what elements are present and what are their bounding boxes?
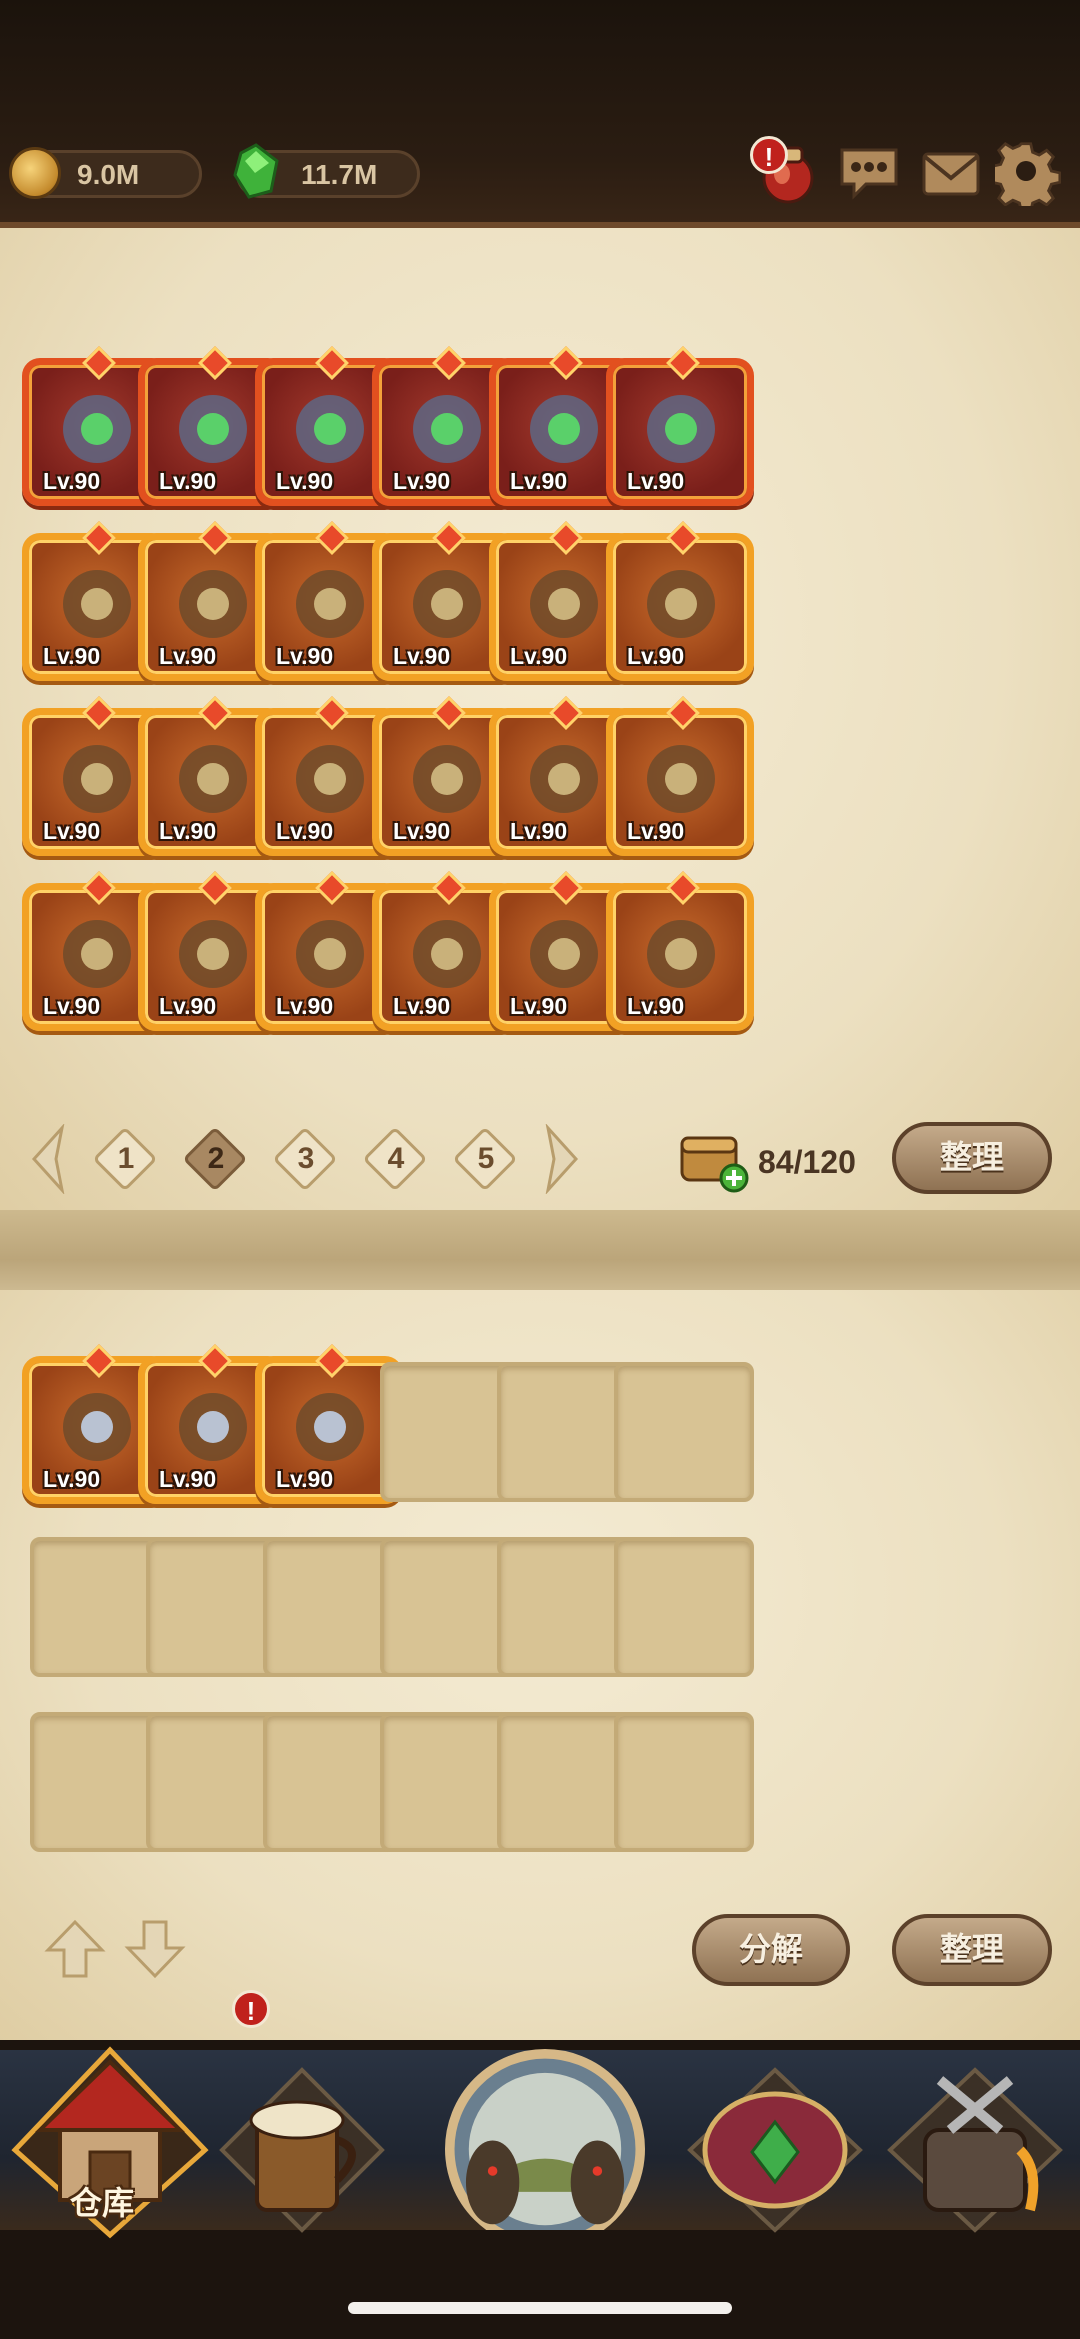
green-gem-icon — [233, 143, 279, 199]
item-level: Lv.90 — [510, 643, 568, 669]
claw-icon — [296, 1393, 364, 1461]
warehouse-label: 仓库 — [70, 2184, 135, 2222]
item-level: Lv.90 — [43, 818, 101, 844]
item-level: Lv.90 — [43, 468, 101, 494]
page-button-1[interactable]: 1 — [92, 1126, 158, 1192]
portal-icon[interactable] — [410, 2030, 680, 2230]
dagger-icon — [63, 570, 131, 638]
inventory-slot[interactable]: Lv.90 — [606, 871, 754, 1031]
tavern-icon[interactable] — [212, 2040, 392, 2240]
empty-stash-slot[interactable] — [614, 1537, 754, 1677]
item-level: Lv.90 — [627, 643, 685, 669]
chat-icon[interactable] — [836, 140, 902, 206]
gold-counter[interactable]: 9.0M — [9, 147, 202, 199]
page-button-2[interactable]: 2 — [182, 1126, 248, 1192]
purple-glove-icon — [63, 920, 131, 988]
next-page-arrow-icon[interactable] — [540, 1124, 584, 1194]
spellbook-icon — [296, 570, 364, 638]
fur-helmet-icon — [63, 745, 131, 813]
item-level: Lv.90 — [276, 468, 334, 494]
item-level: Lv.90 — [159, 468, 217, 494]
page-button-5[interactable]: 5 — [452, 1126, 518, 1192]
top-bar: 9.0M 11.7M ! — [0, 0, 1080, 230]
sword-icon — [63, 1393, 131, 1461]
gem-counter[interactable]: 11.7M — [233, 143, 420, 199]
demon-armor-icon — [647, 395, 715, 463]
item-level: Lv.90 — [159, 643, 217, 669]
dark-armor-icon — [530, 745, 598, 813]
item-level: Lv.90 — [393, 993, 451, 1019]
item-level: Lv.90 — [510, 993, 568, 1019]
item-level: Lv.90 — [627, 468, 685, 494]
page-number: 3 — [297, 1142, 315, 1175]
stash-sort-button[interactable]: 整理 — [892, 1914, 1052, 1986]
empty-stash-slot[interactable] — [614, 1712, 754, 1852]
item-level: Lv.90 — [43, 1466, 101, 1492]
blue-cloak-icon — [413, 745, 481, 813]
wooden-bucket-icon — [179, 570, 247, 638]
item-level: Lv.90 — [627, 818, 685, 844]
knight-helm-icon — [647, 570, 715, 638]
amulet-red-icon — [63, 395, 131, 463]
inventory-sort-button[interactable]: 整理 — [892, 1122, 1052, 1194]
bag-capacity: 84/120 — [758, 1144, 856, 1180]
inventory-slot[interactable]: Lv.90 — [606, 696, 754, 856]
forge-icon[interactable] — [880, 2040, 1070, 2240]
empty-stash-slot[interactable] — [614, 1362, 754, 1502]
item-level: Lv.90 — [627, 993, 685, 1019]
crystal-necklace-icon — [296, 745, 364, 813]
item-level: Lv.90 — [510, 818, 568, 844]
tribal-mask-icon — [530, 570, 598, 638]
item-level: Lv.90 — [276, 1466, 334, 1492]
page-number: 5 — [477, 1142, 495, 1175]
item-level: Lv.90 — [276, 993, 334, 1019]
gold-coin-icon — [9, 147, 61, 199]
red-pendant-icon — [179, 745, 247, 813]
shrine-icon[interactable] — [680, 2040, 870, 2240]
page-button-3[interactable]: 3 — [272, 1126, 338, 1192]
gem-amount: 11.7M — [301, 159, 378, 190]
item-level: Lv.90 — [43, 993, 101, 1019]
page-number: 2 — [207, 1142, 225, 1175]
item-level: Lv.90 — [276, 818, 334, 844]
home-indicator — [348, 2302, 732, 2314]
blue-cloak-icon — [647, 745, 715, 813]
plate-armor-icon — [647, 920, 715, 988]
chained-armor-icon — [530, 395, 598, 463]
item-level: Lv.90 — [393, 643, 451, 669]
decompose-button[interactable]: 分解 — [692, 1914, 850, 1986]
item-level: Lv.90 — [159, 1466, 217, 1492]
item-level: Lv.90 — [43, 643, 101, 669]
item-level: Lv.90 — [510, 468, 568, 494]
item-level: Lv.90 — [393, 818, 451, 844]
item-level: Lv.90 — [159, 993, 217, 1019]
item-level: Lv.90 — [276, 643, 334, 669]
prev-page-arrow-icon[interactable] — [26, 1124, 70, 1194]
arrow-up-icon[interactable] — [44, 1918, 106, 1980]
page-number: 4 — [387, 1142, 405, 1175]
potion-alert-badge: ! — [750, 136, 788, 174]
page-number: 1 — [117, 1142, 135, 1175]
settings-icon[interactable] — [995, 140, 1061, 206]
ruby-bracelet-icon — [296, 920, 364, 988]
leather-glove-icon — [179, 920, 247, 988]
fang-necklace-icon — [179, 1393, 247, 1461]
chain-gem-necklace-icon — [296, 395, 364, 463]
steel-armor-icon — [413, 395, 481, 463]
green-gem-necklace-icon — [179, 395, 247, 463]
arrow-down-icon[interactable] — [124, 1918, 186, 1980]
inventory-slot[interactable]: Lv.90 — [606, 346, 754, 506]
kunai-icon — [413, 570, 481, 638]
mail-icon[interactable] — [918, 140, 984, 206]
inventory-slot[interactable]: Lv.90 — [606, 521, 754, 681]
bag-expand-icon[interactable] — [676, 1124, 752, 1194]
orb-ring-icon — [413, 920, 481, 988]
amethyst-ring-icon — [530, 920, 598, 988]
item-level: Lv.90 — [393, 468, 451, 494]
item-level: Lv.90 — [159, 818, 217, 844]
tavern-alert-badge: ! — [232, 1990, 270, 2028]
page-button-4[interactable]: 4 — [362, 1126, 428, 1192]
gold-amount: 9.0M — [77, 159, 140, 190]
